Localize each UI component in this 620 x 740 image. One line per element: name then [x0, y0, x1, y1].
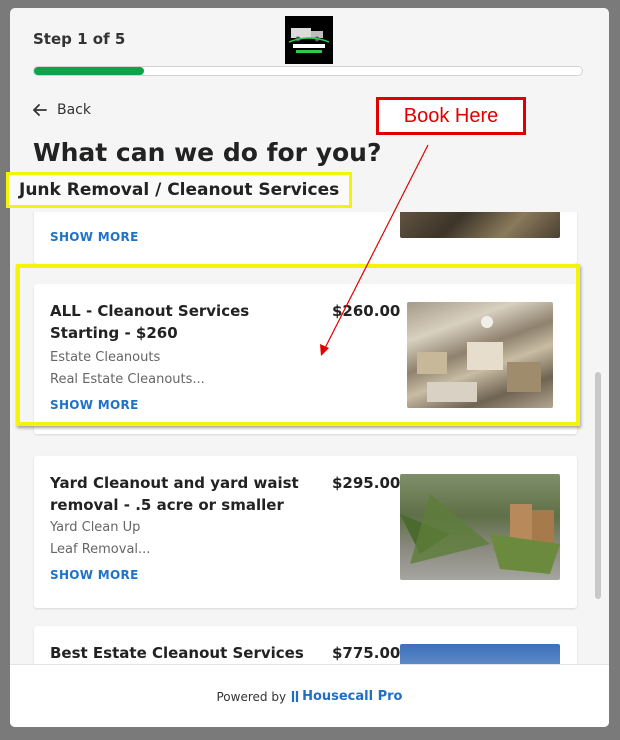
- service-title: Best Estate Cleanout Services with clean…: [50, 644, 304, 662]
- service-card[interactable]: Yard Cleanout and yard waist removal - .…: [34, 456, 577, 608]
- step-indicator: Step 1 of 5: [33, 30, 126, 48]
- service-card[interactable]: Best Estate Cleanout Services with clean…: [34, 626, 577, 664]
- highlight-box: [16, 264, 580, 426]
- progress-fill: [34, 67, 144, 75]
- service-image: [400, 644, 560, 664]
- service-price: $295.00: [332, 474, 401, 492]
- service-title: Yard Cleanout and yard waist removal - .…: [50, 474, 299, 514]
- service-card[interactable]: SHOW MORE: [34, 212, 577, 264]
- brand-label: Housecall Pro: [302, 689, 403, 704]
- service-price: $775.00: [332, 644, 401, 662]
- arrow-left-icon: [33, 104, 47, 116]
- scrollbar[interactable]: [595, 372, 601, 599]
- progress-bar: [33, 66, 583, 76]
- service-image: [400, 212, 560, 238]
- service-description: Leaf Removal...: [50, 542, 151, 557]
- footer: Powered by Housecall Pro: [10, 664, 609, 727]
- yard-waste-photo: [400, 494, 560, 574]
- back-button[interactable]: Back: [33, 102, 91, 118]
- back-label: Back: [57, 102, 91, 118]
- housecall-logo-icon: [291, 691, 299, 702]
- company-logo: [285, 16, 333, 64]
- powered-by-label: Powered by: [216, 689, 287, 704]
- show-more-link[interactable]: SHOW MORE: [50, 568, 139, 582]
- category-heading: Junk Removal / Cleanout Services: [6, 172, 353, 208]
- service-image: [400, 474, 560, 580]
- service-description: Yard Clean Up: [50, 520, 141, 535]
- housecall-pro-brand[interactable]: Housecall Pro: [291, 689, 402, 704]
- logo-truck-icon: [288, 28, 330, 53]
- book-here-annotation: Book Here: [376, 97, 526, 135]
- page-title: What can we do for you?: [33, 138, 382, 167]
- show-more-link[interactable]: SHOW MORE: [50, 230, 139, 244]
